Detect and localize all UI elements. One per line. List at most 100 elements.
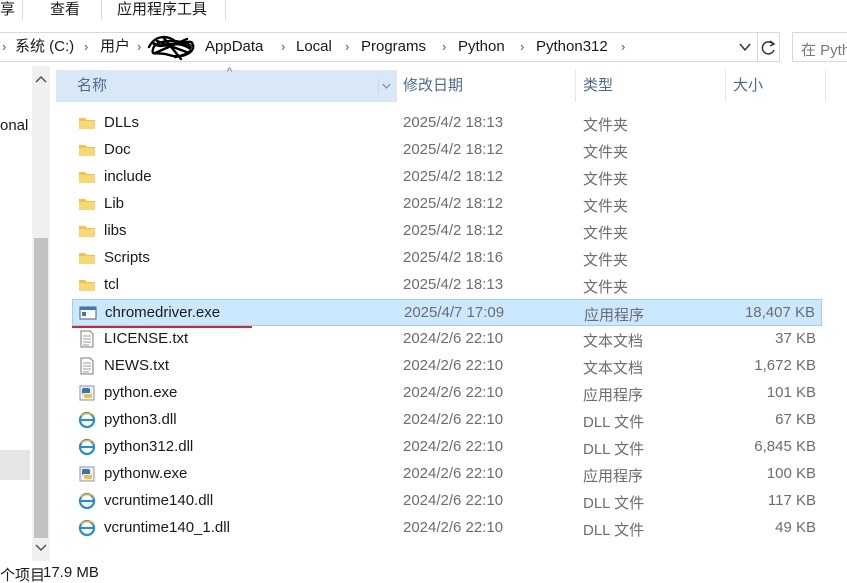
- column-divider[interactable]: [575, 70, 576, 102]
- file-name: vcruntime140.dll: [104, 492, 214, 509]
- file-modified-date: 2025/4/7 17:09: [404, 304, 505, 321]
- file-type: 文件夹: [583, 198, 629, 215]
- tab-view[interactable]: 查看: [50, 0, 80, 20]
- column-header-type[interactable]: 类型: [583, 70, 613, 102]
- chevron-right-icon[interactable]: ›: [84, 38, 88, 56]
- file-type: 文件夹: [583, 117, 629, 134]
- file-modified-date: 2024/2/6 22:10: [403, 411, 504, 428]
- file-row[interactable]: Lib 2025/4/2 18:12 文件夹: [72, 191, 822, 218]
- dll-icon: [78, 411, 96, 429]
- nav-item-selected[interactable]: [0, 450, 30, 480]
- refresh-icon: [761, 40, 776, 55]
- file-size: 1,672 KB: [754, 357, 816, 374]
- chevron-right-icon[interactable]: ›: [189, 38, 193, 56]
- chevron-right-icon[interactable]: ›: [137, 38, 141, 56]
- tab-app-tools[interactable]: 应用程序工具: [117, 0, 207, 20]
- file-row[interactable]: python3.dll 2024/2/6 22:10 DLL 文件 67 KB: [72, 407, 822, 434]
- file-row[interactable]: LICENSE.txt 2024/2/6 22:10 文本文档 37 KB: [72, 326, 822, 353]
- column-header-name[interactable]: 名称: [77, 70, 107, 102]
- file-modified-date: 2025/4/2 18:12: [403, 168, 504, 185]
- dll-icon: [78, 492, 96, 510]
- file-name: python.exe: [104, 384, 178, 401]
- tab-share[interactable]: 享: [0, 0, 15, 20]
- file-row[interactable]: vcruntime140.dll 2024/2/6 22:10 DLL 文件 117 …: [72, 488, 822, 515]
- column-divider[interactable]: [396, 70, 397, 102]
- chevron-right-icon[interactable]: ›: [442, 38, 446, 56]
- chevron-right-icon[interactable]: ›: [345, 38, 349, 56]
- file-type: 文件夹: [583, 279, 629, 296]
- file-type: DLL 文件: [583, 495, 645, 512]
- file-modified-date: 2024/2/6 22:10: [403, 465, 504, 482]
- file-type: 应用程序: [583, 387, 644, 404]
- search-placeholder: 在 Pytho: [801, 42, 847, 59]
- address-bar[interactable]: › 系统 (C:) › 用户 › › AppData › Local › Pro…: [0, 32, 847, 62]
- file-row[interactable]: NEWS.txt 2024/2/6 22:10 文本文档 1,672 KB: [72, 353, 822, 380]
- python-icon: [78, 384, 96, 402]
- file-row-selected[interactable]: chromedriver.exe 2025/4/7 17:09 应用程序 18,407…: [72, 299, 822, 326]
- search-input[interactable]: 在 Pytho: [792, 32, 847, 62]
- file-row[interactable]: python312.dll 2024/2/6 22:10 DLL 文件 6,845 K…: [72, 434, 822, 461]
- exe-window-icon: [79, 304, 97, 322]
- status-bar: 个项目 17.9 MB: [0, 562, 847, 583]
- file-modified-date: 2024/2/6 22:10: [403, 519, 504, 536]
- scrollbar-thumb[interactable]: [34, 238, 48, 538]
- column-header-row: ^ 名称 修改日期 类型 大小: [56, 66, 826, 102]
- chevron-right-icon[interactable]: ›: [2, 38, 6, 56]
- file-modified-date: 2024/2/6 22:10: [403, 330, 504, 347]
- file-row[interactable]: DLLs 2025/4/2 18:13 文件夹: [72, 110, 822, 137]
- column-divider[interactable]: [825, 70, 826, 102]
- nav-item-partial[interactable]: onal: [0, 117, 28, 134]
- ribbon-divider: [101, 0, 102, 20]
- breadcrumb-python312[interactable]: Python312: [536, 38, 608, 56]
- chevron-down-icon[interactable]: [738, 40, 752, 54]
- file-modified-date: 2025/4/2 18:13: [403, 276, 504, 293]
- chevron-right-icon[interactable]: ›: [621, 38, 625, 56]
- file-row[interactable]: vcruntime140_1.dll 2024/2/6 22:10 DLL 文件 49…: [72, 515, 822, 542]
- file-name: include: [104, 168, 152, 185]
- text-file-icon: [78, 330, 96, 348]
- ribbon-tabs: 享 查看 应用程序工具: [0, 0, 847, 24]
- file-modified-date: 2024/2/6 22:10: [403, 357, 504, 374]
- file-size: 100 KB: [766, 465, 816, 482]
- file-modified-date: 2025/4/2 18:12: [403, 141, 504, 158]
- file-row[interactable]: libs 2025/4/2 18:12 文件夹: [72, 218, 822, 245]
- file-row[interactable]: python.exe 2024/2/6 22:10 应用程序 101 KB: [72, 380, 822, 407]
- column-header-size[interactable]: 大小: [733, 70, 763, 102]
- file-size: 18,407 KB: [744, 304, 815, 321]
- file-row[interactable]: include 2025/4/2 18:12 文件夹: [72, 164, 822, 191]
- breadcrumb-python[interactable]: Python: [458, 38, 505, 56]
- dll-icon: [78, 438, 96, 456]
- file-size: 6,845 KB: [754, 438, 816, 455]
- file-name: pythonw.exe: [104, 465, 188, 482]
- column-header-date[interactable]: 修改日期: [403, 70, 463, 102]
- breadcrumb-local[interactable]: Local: [296, 38, 332, 56]
- chevron-right-icon[interactable]: ›: [281, 38, 285, 56]
- breadcrumb-drive[interactable]: 系统 (C:): [15, 38, 74, 56]
- breadcrumb-users[interactable]: 用户: [100, 38, 130, 56]
- scroll-up-arrow-icon[interactable]: [32, 72, 50, 88]
- folder-icon: [78, 141, 96, 159]
- file-row[interactable]: Doc 2025/4/2 18:12 文件夹: [72, 137, 822, 164]
- file-name: python3.dll: [104, 411, 177, 428]
- file-type: 文本文档: [583, 333, 644, 350]
- ribbon-divider: [22, 0, 23, 20]
- nav-scrollbar[interactable]: [32, 66, 50, 561]
- folder-icon: [78, 168, 96, 186]
- refresh-button[interactable]: [758, 32, 780, 62]
- file-row[interactable]: pythonw.exe 2024/2/6 22:10 应用程序 100 KB: [72, 461, 822, 488]
- python-icon: [78, 465, 96, 483]
- file-row[interactable]: tcl 2025/4/2 18:13 文件夹: [72, 272, 822, 299]
- breadcrumb-programs[interactable]: Programs: [361, 38, 426, 56]
- chevron-right-icon[interactable]: ›: [520, 38, 524, 56]
- navigation-pane[interactable]: onal: [0, 66, 32, 561]
- folder-icon: [78, 222, 96, 240]
- file-modified-date: 2025/4/2 18:12: [403, 222, 504, 239]
- dll-icon: [78, 519, 96, 537]
- breadcrumb-appdata[interactable]: AppData: [205, 38, 263, 56]
- scroll-down-arrow-icon[interactable]: [32, 539, 50, 555]
- file-type: DLL 文件: [583, 441, 645, 458]
- chevron-down-icon[interactable]: [378, 78, 394, 94]
- column-divider[interactable]: [725, 70, 726, 102]
- file-row[interactable]: Scripts 2025/4/2 18:16 文件夹: [72, 245, 822, 272]
- annotation-underline: [72, 326, 252, 328]
